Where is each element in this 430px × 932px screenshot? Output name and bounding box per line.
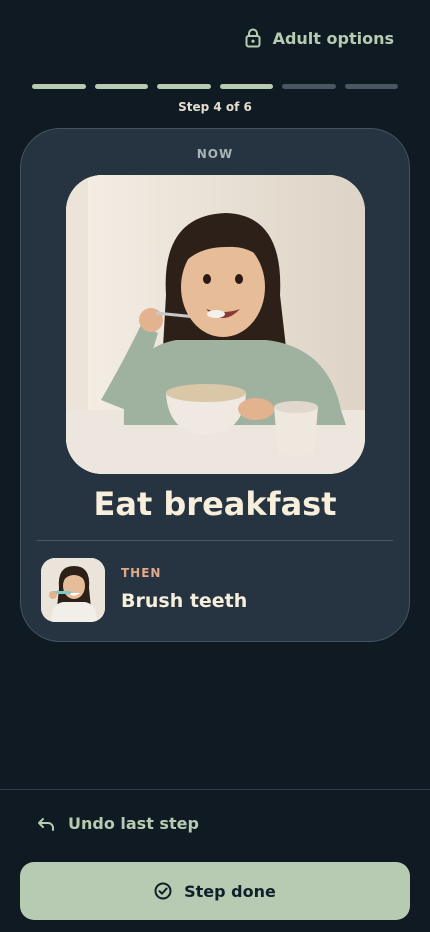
step-done-button[interactable]: Step done	[20, 862, 410, 920]
undo-button[interactable]: Undo last step	[36, 814, 199, 833]
step-progress-bar	[32, 84, 398, 89]
step-counter: Step 4 of 6	[178, 100, 252, 114]
current-task-title: Eat breakfast	[93, 485, 337, 523]
progress-segment-pending	[282, 84, 336, 89]
card-divider	[37, 540, 393, 541]
then-badge: THEN	[121, 566, 162, 580]
next-task-title: Brush teeth	[121, 590, 248, 612]
progress-segment-done	[94, 84, 148, 89]
undo-icon	[36, 816, 56, 832]
adult-options-label: Adult options	[272, 28, 394, 48]
task-card: NOW Eat breakfast THEN Brush teeth	[20, 128, 410, 642]
footer-divider	[0, 789, 430, 790]
lock-icon	[245, 28, 261, 48]
check-circle-icon	[154, 882, 172, 900]
progress-segment-pending	[344, 84, 398, 89]
progress-segment-done	[32, 84, 86, 89]
now-badge: NOW	[196, 147, 234, 161]
undo-label: Undo last step	[68, 814, 199, 833]
progress-segment-done	[219, 84, 273, 89]
adult-options-button[interactable]: Adult options	[245, 28, 394, 48]
next-task-image	[41, 558, 105, 622]
progress-segment-done	[157, 84, 211, 89]
step-done-label: Step done	[184, 881, 276, 901]
current-task-image	[66, 175, 365, 474]
